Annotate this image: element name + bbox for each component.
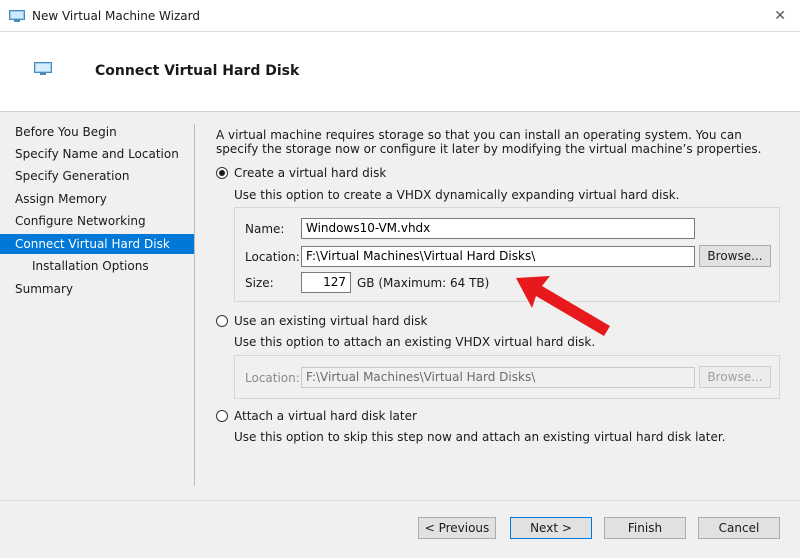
nav-item-configure-networking[interactable]: Configure Networking bbox=[0, 211, 194, 231]
close-icon[interactable]: ✕ bbox=[774, 8, 786, 24]
content-panel: A virtual machine requires storage so th… bbox=[200, 122, 790, 492]
next-button[interactable]: Next > bbox=[510, 517, 592, 539]
size-label: Size: bbox=[245, 276, 274, 290]
title-bar: New Virtual Machine Wizard ✕ bbox=[0, 0, 800, 32]
size-unit-text: GB (Maximum: 64 TB) bbox=[357, 276, 490, 290]
existing-disk-radio[interactable] bbox=[216, 315, 228, 327]
create-disk-description: Use this option to create a VHDX dynamic… bbox=[234, 188, 680, 202]
name-label: Name: bbox=[245, 222, 285, 236]
nav-item-before-you-begin[interactable]: Before You Begin bbox=[0, 122, 194, 142]
attach-later-radio[interactable] bbox=[216, 410, 228, 422]
wizard-header: Connect Virtual Hard Disk bbox=[0, 32, 800, 112]
create-disk-settings-group: Name: Windows10-VM.vhdx Location: F:\Vir… bbox=[234, 207, 780, 302]
browse-button[interactable]: Browse... bbox=[699, 245, 771, 267]
size-input[interactable]: 127 bbox=[301, 272, 351, 293]
existing-disk-label: Use an existing virtual hard disk bbox=[234, 314, 428, 328]
existing-location-input[interactable]: F:\Virtual Machines\Virtual Hard Disks\ bbox=[301, 367, 695, 388]
wizard-step-list: Before You Begin Specify Name and Locati… bbox=[0, 122, 194, 487]
attach-later-description: Use this option to skip this step now an… bbox=[234, 430, 726, 444]
nav-item-assign-memory[interactable]: Assign Memory bbox=[0, 189, 194, 209]
attach-later-option[interactable]: Attach a virtual hard disk later bbox=[216, 409, 417, 423]
nav-item-specify-name-location[interactable]: Specify Name and Location bbox=[0, 144, 194, 164]
nav-item-specify-generation[interactable]: Specify Generation bbox=[0, 166, 194, 186]
name-input[interactable]: Windows10-VM.vhdx bbox=[301, 218, 695, 239]
location-input[interactable]: F:\Virtual Machines\Virtual Hard Disks\ bbox=[301, 246, 695, 267]
nav-item-connect-virtual-hard-disk[interactable]: Connect Virtual Hard Disk bbox=[0, 234, 194, 254]
nav-item-summary[interactable]: Summary bbox=[0, 279, 194, 299]
attach-later-label: Attach a virtual hard disk later bbox=[234, 409, 417, 423]
virtual-disk-icon bbox=[34, 62, 52, 79]
finish-button[interactable]: Finish bbox=[604, 517, 686, 539]
window-title: New Virtual Machine Wizard bbox=[32, 9, 200, 23]
create-disk-radio[interactable] bbox=[216, 167, 228, 179]
existing-location-label: Location: bbox=[245, 371, 300, 385]
annotation-arrow-icon bbox=[516, 276, 610, 336]
hyper-v-app-icon bbox=[9, 10, 25, 25]
intro-text: A virtual machine requires storage so th… bbox=[216, 128, 762, 156]
previous-button[interactable]: < Previous bbox=[418, 517, 496, 539]
create-disk-option[interactable]: Create a virtual hard disk bbox=[216, 166, 386, 180]
existing-disk-settings-group: Location: F:\Virtual Machines\Virtual Ha… bbox=[234, 355, 780, 399]
create-disk-label: Create a virtual hard disk bbox=[234, 166, 387, 180]
nav-item-installation-options[interactable]: Installation Options bbox=[0, 256, 194, 276]
cancel-button[interactable]: Cancel bbox=[698, 517, 780, 539]
nav-divider bbox=[194, 124, 195, 486]
location-label: Location: bbox=[245, 250, 300, 264]
existing-browse-button[interactable]: Browse... bbox=[699, 366, 771, 388]
existing-disk-option[interactable]: Use an existing virtual hard disk bbox=[216, 314, 427, 328]
footer-separator bbox=[0, 500, 800, 501]
page-title: Connect Virtual Hard Disk bbox=[95, 63, 300, 79]
